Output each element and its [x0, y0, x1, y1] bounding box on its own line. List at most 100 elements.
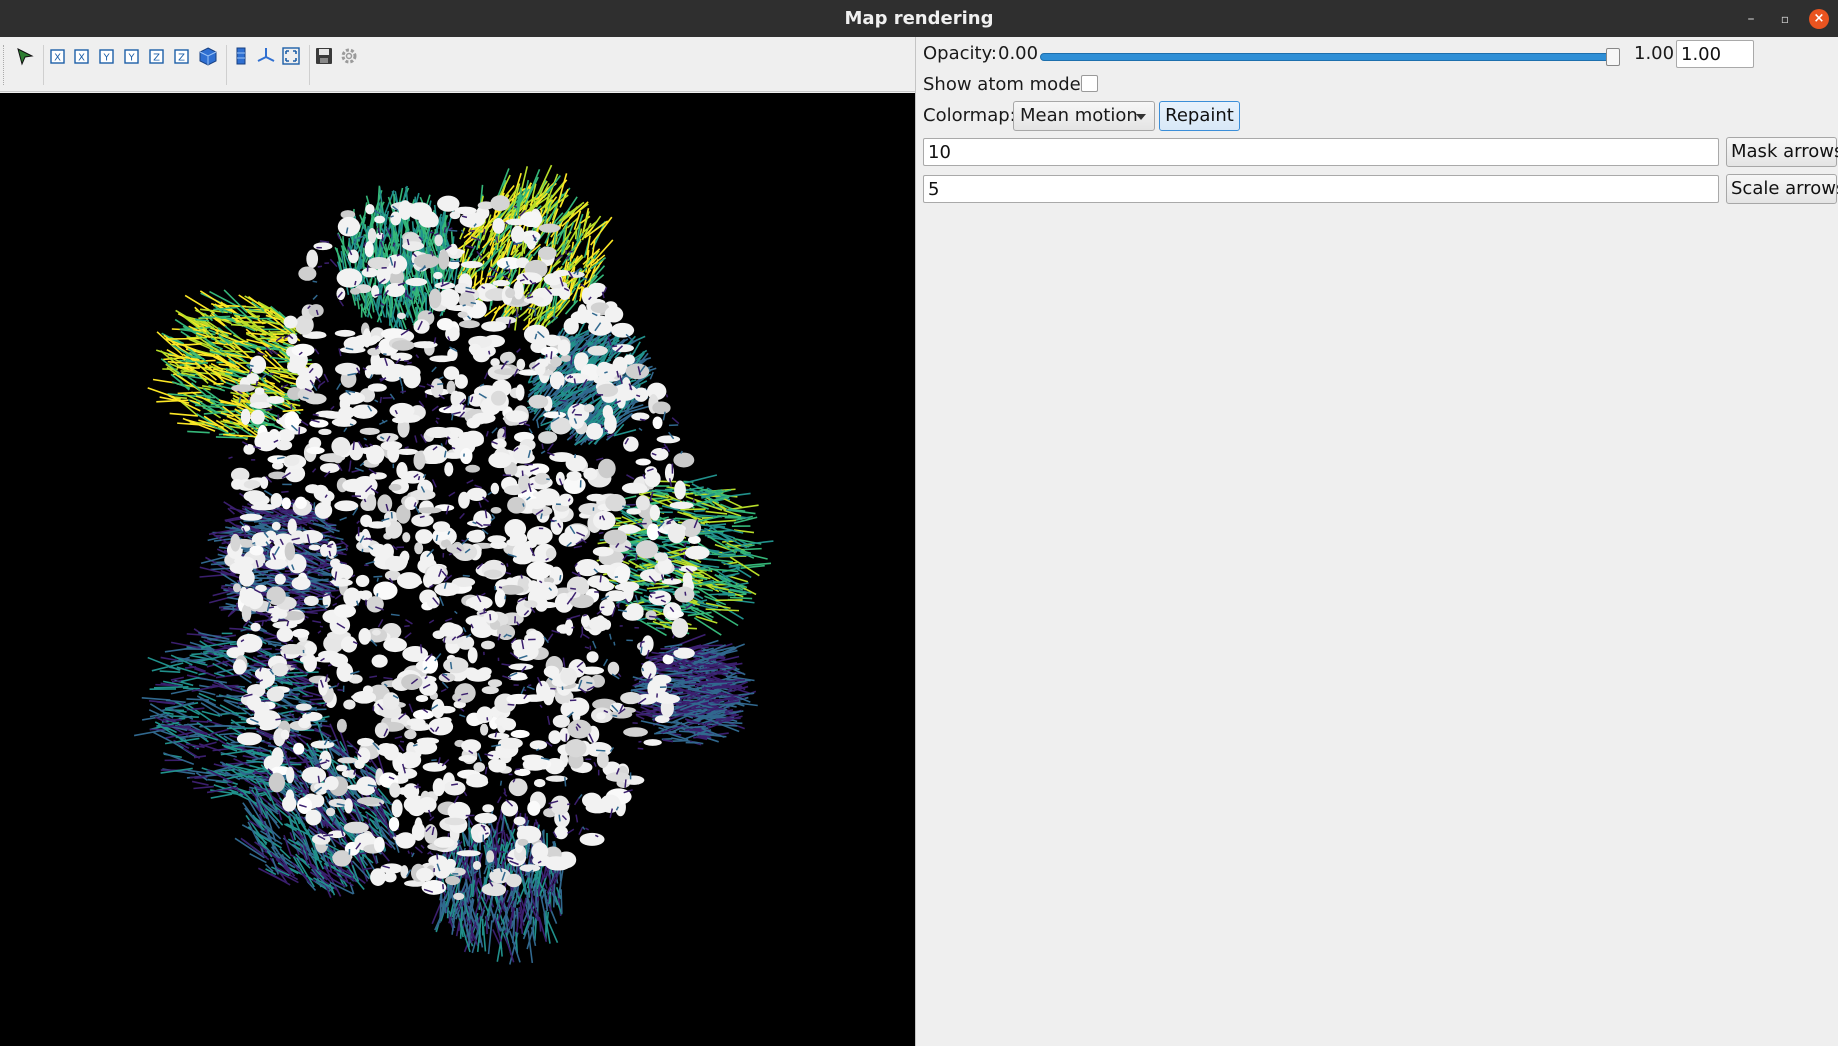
view-toolbar: X X Y Y Z Z [0, 37, 915, 92]
surface-blob [432, 530, 451, 541]
surface-blob [528, 580, 539, 590]
view-isometric-icon[interactable] [197, 45, 219, 67]
surface-blob [337, 757, 358, 764]
parallel-projection-icon[interactable] [230, 45, 252, 67]
surface-blob [438, 249, 450, 270]
view-z-plus-icon[interactable]: Z [146, 45, 168, 67]
view-y-plus-icon[interactable]: Y [96, 45, 118, 67]
surface-blob [579, 832, 605, 846]
motion-arrow [187, 430, 210, 434]
surface-blob [673, 452, 695, 468]
surface-blob [380, 440, 403, 451]
motion-arrow [661, 737, 673, 741]
surface-blob [444, 462, 454, 477]
save-icon[interactable] [313, 45, 335, 67]
surface-blob [336, 718, 347, 733]
surface-blob [478, 667, 492, 676]
surface-blob [360, 514, 373, 527]
motion-arrow [543, 913, 547, 925]
motion-arrow [691, 571, 704, 574]
motion-arrow [517, 310, 528, 319]
surface-blob [336, 662, 354, 683]
surface-blob [266, 586, 286, 606]
motion-arrow [170, 676, 184, 681]
motion-arrow [194, 667, 216, 677]
surface-blob [560, 354, 572, 362]
surface-blob [314, 484, 327, 495]
surface-blob [385, 282, 406, 298]
surface-blob [540, 346, 559, 356]
map-3d-viewport[interactable] [0, 93, 915, 1046]
surface-blob [318, 428, 332, 436]
motion-arrow [214, 672, 225, 677]
surface-blob [625, 363, 650, 380]
surface-blob [445, 875, 461, 886]
surface-blob [396, 312, 406, 320]
surface-blob [592, 546, 614, 557]
surface-blob [550, 795, 570, 816]
view-y-minus-icon[interactable]: Y [121, 45, 143, 67]
surface-blob [599, 794, 621, 813]
surface-blob [580, 614, 591, 628]
surface-blob [603, 529, 628, 546]
motion-arrow [152, 731, 184, 749]
motion-arrow [191, 780, 209, 786]
surface-blob [492, 279, 511, 287]
motion-arrow [283, 834, 292, 855]
motion-arrow [167, 337, 202, 340]
surface-blob [249, 355, 267, 374]
surface-blob [414, 542, 424, 555]
surface-blob [365, 204, 375, 215]
motion-arrow [159, 670, 181, 673]
surface-blob [523, 296, 545, 304]
surface-blob [586, 493, 606, 502]
surface-blob [443, 780, 466, 796]
minimize-icon[interactable]: – [1741, 9, 1761, 29]
motion-arrow [515, 907, 519, 919]
surface-blob [265, 558, 288, 570]
surface-blob [482, 804, 494, 813]
motion-arrow [552, 883, 556, 908]
view-z-minus-icon[interactable]: Z [171, 45, 193, 67]
motion-arrow [156, 700, 176, 705]
surface-blob [405, 277, 428, 287]
close-icon[interactable]: × [1809, 9, 1829, 29]
surface-blob [402, 532, 411, 543]
view-x-minus-icon[interactable]: X [71, 45, 93, 67]
surface-blob [486, 850, 495, 864]
view-x-plus-icon[interactable]: X [47, 45, 69, 67]
surface-blob [508, 663, 534, 671]
surface-blob [371, 654, 388, 668]
pointer-arrow-icon[interactable] [14, 45, 36, 67]
axes-triad-icon[interactable] [255, 45, 277, 67]
motion-arrow [199, 725, 232, 728]
surface-blob [498, 737, 523, 750]
surface-blob [249, 402, 273, 409]
motion-arrow [252, 771, 275, 775]
surface-blob [684, 545, 710, 560]
surface-blob [432, 521, 451, 532]
motion-arrow [170, 688, 194, 695]
surface-blob [266, 395, 285, 404]
toolbar-grip[interactable] [3, 45, 6, 85]
surface-blob [271, 521, 281, 531]
surface-blob [330, 558, 341, 569]
motion-arrow [682, 474, 718, 485]
surface-blob [295, 703, 312, 711]
surface-blob [271, 747, 284, 767]
surface-blob [602, 404, 614, 420]
surface-blob [411, 513, 434, 527]
surface-blob [656, 435, 681, 444]
surface-blob [356, 797, 381, 805]
motion-arrow [741, 562, 772, 567]
fit-all-icon[interactable] [280, 45, 302, 67]
maximize-icon[interactable]: ▫ [1775, 9, 1795, 29]
settings-gear-icon[interactable] [338, 45, 360, 67]
surface-blob [362, 685, 374, 695]
motion-arrow [379, 221, 382, 234]
motion-arrow [485, 915, 488, 935]
density-map-render [133, 164, 774, 965]
surface-blob [364, 241, 374, 258]
motion-arrow [210, 793, 233, 799]
motion-arrow [717, 693, 739, 697]
